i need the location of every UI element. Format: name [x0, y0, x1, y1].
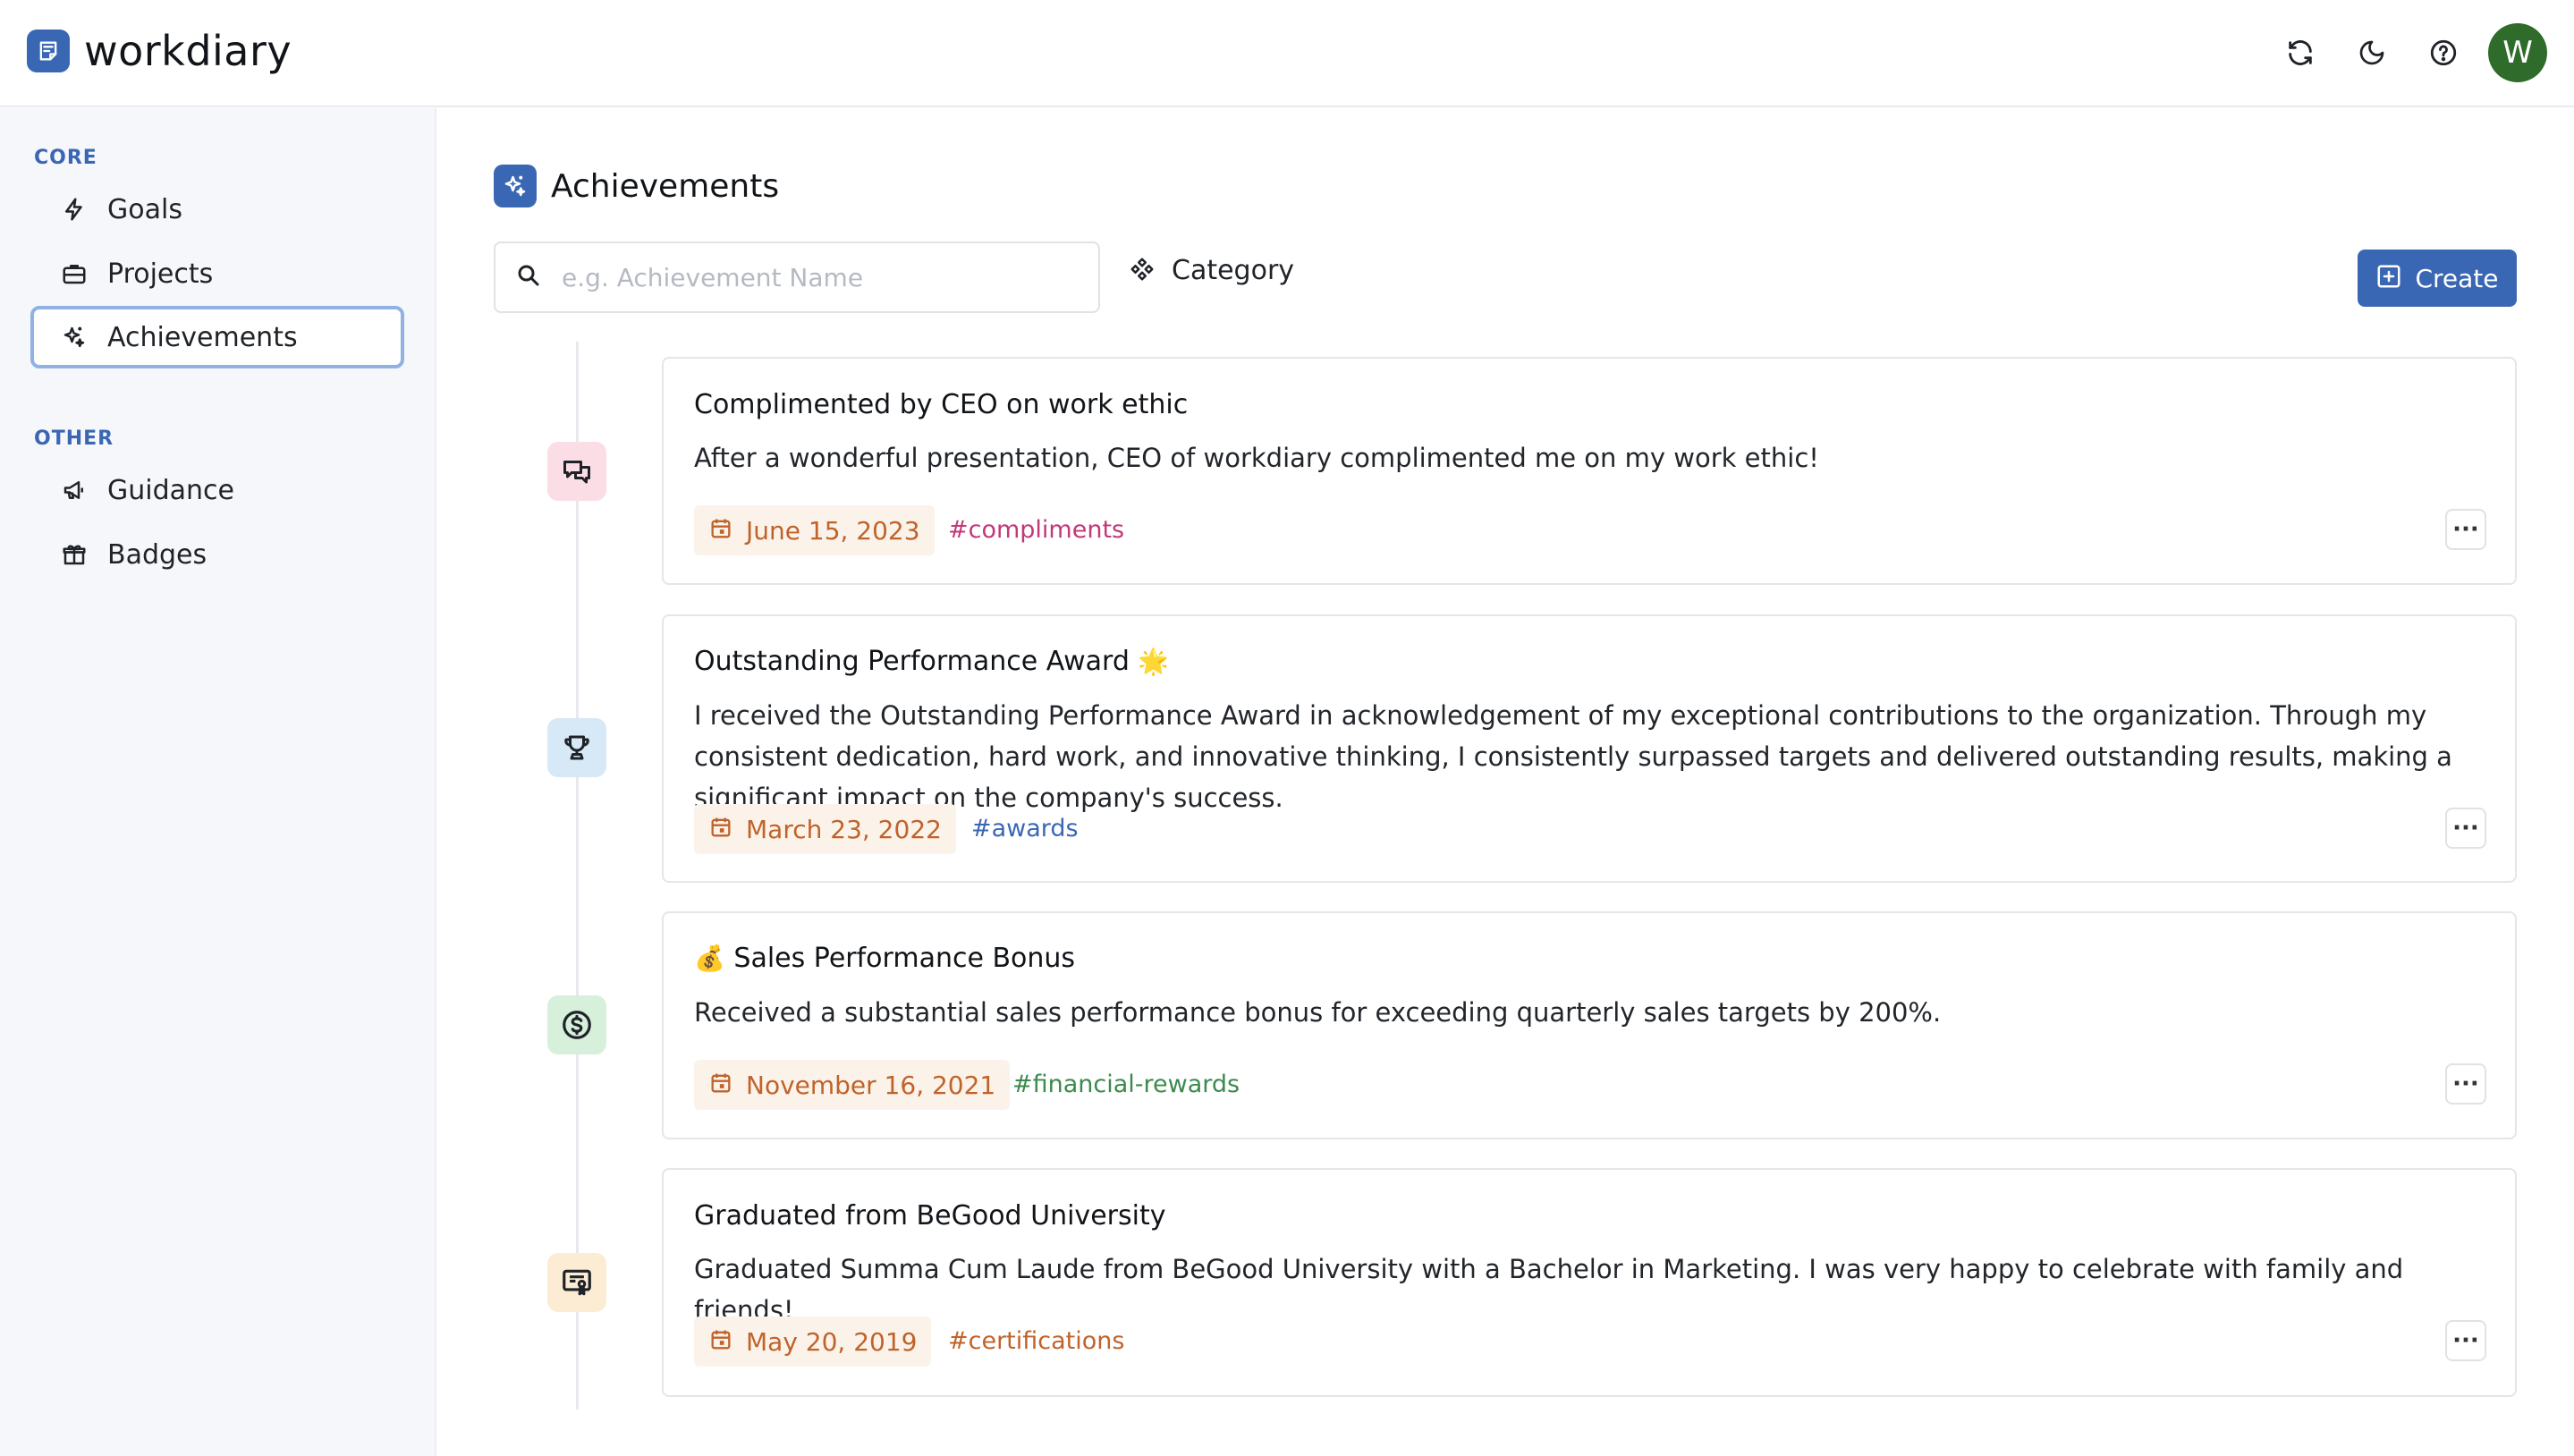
sidebar-item-guidance[interactable]: Guidance: [30, 459, 404, 521]
achievement-card[interactable]: 💰 Sales Performance Bonus Received a sub…: [662, 911, 2517, 1139]
sidebar-section-core: CORE: [34, 147, 97, 169]
brand[interactable]: workdiary: [27, 27, 292, 75]
sidebar-item-projects[interactable]: Projects: [30, 242, 404, 305]
category-filter[interactable]: Category: [1129, 255, 1294, 286]
sidebar-item-label: Projects: [107, 258, 214, 290]
sidebar-section-other: OTHER: [34, 427, 114, 450]
search-input[interactable]: [562, 262, 1063, 292]
date-chip: June 15, 2023: [694, 505, 935, 555]
sidebar-item-goals[interactable]: Goals: [30, 178, 404, 241]
moon-icon[interactable]: [2345, 26, 2399, 80]
achievement-description: Graduated Summa Cum Laude from BeGood Un…: [694, 1254, 2404, 1325]
category-icon: [1129, 256, 1156, 286]
help-icon[interactable]: [2417, 26, 2470, 80]
achievement-title: Sales Performance Bonus: [733, 943, 1076, 974]
calendar-icon: [708, 1071, 733, 1099]
plus-square-icon: [2375, 263, 2402, 293]
achievement-date: June 15, 2023: [746, 515, 920, 546]
achievement-tag[interactable]: #awards: [971, 815, 1079, 842]
create-label: Create: [2415, 263, 2499, 293]
sidebar-item-label: Guidance: [107, 474, 234, 506]
chat-bubbles-icon: [547, 442, 606, 501]
gift-icon: [59, 539, 89, 570]
achievement-title: Complimented by CEO on work ethic: [694, 389, 1189, 420]
achievement-date: May 20, 2019: [746, 1326, 918, 1357]
achievement-title: Outstanding Performance Award: [694, 646, 1130, 677]
more-options-button[interactable]: ···: [2445, 509, 2486, 550]
page-title: Achievements: [551, 167, 780, 205]
achievement-description: Received a substantial sales performance…: [694, 997, 1942, 1028]
sidebar-item-label: Goals: [107, 193, 182, 225]
calendar-icon: [708, 516, 733, 545]
sidebar-item-label: Badges: [107, 538, 207, 571]
calendar-icon: [708, 1327, 733, 1356]
create-button[interactable]: Create: [2358, 250, 2517, 307]
more-options-button[interactable]: ···: [2445, 1320, 2486, 1361]
achievement-date: March 23, 2022: [746, 814, 942, 844]
sidebar: CORE Goals Projects Achievements OTHER G…: [0, 108, 436, 1456]
achievement-tag[interactable]: #compliments: [948, 516, 1124, 544]
notebook-logo-icon: [27, 30, 70, 72]
sidebar-item-badges[interactable]: Badges: [30, 523, 404, 586]
achievement-tag[interactable]: #financial-rewards: [1012, 1071, 1240, 1098]
top-bar: workdiary W: [0, 0, 2574, 107]
star-emoji-icon: 🌟: [1138, 647, 1170, 676]
sidebar-item-achievements[interactable]: Achievements: [30, 306, 404, 368]
app-name: workdiary: [84, 27, 292, 75]
bolt-icon: [59, 194, 89, 224]
top-actions: W: [2273, 23, 2547, 82]
page-header: Achievements: [494, 165, 779, 207]
dollar-coin-icon: [547, 995, 606, 1054]
certificate-icon: [547, 1253, 606, 1312]
timeline-line: [576, 342, 579, 1409]
date-chip: March 23, 2022: [694, 804, 956, 854]
sparkles-icon: [59, 322, 89, 352]
search-icon: [515, 262, 542, 292]
money-bag-emoji-icon: 💰: [694, 944, 725, 973]
date-chip: November 16, 2021: [694, 1060, 1011, 1110]
achievement-card[interactable]: Outstanding Performance Award 🌟 I receiv…: [662, 614, 2517, 883]
achievement-tag[interactable]: #certifications: [948, 1327, 1124, 1355]
trophy-icon: [547, 718, 606, 777]
achievement-card[interactable]: Graduated from BeGood University Graduat…: [662, 1168, 2517, 1397]
date-chip: May 20, 2019: [694, 1316, 932, 1367]
achievement-title-row: 💰 Sales Performance Bonus: [694, 943, 1075, 974]
user-avatar[interactable]: W: [2488, 23, 2547, 82]
achievement-description: I received the Outstanding Performance A…: [694, 700, 2452, 813]
achievement-title: Graduated from BeGood University: [694, 1200, 1166, 1232]
achievement-date: November 16, 2021: [746, 1070, 996, 1100]
sidebar-item-label: Achievements: [107, 321, 298, 353]
sparkles-icon: [494, 165, 537, 207]
calendar-icon: [708, 815, 733, 843]
category-label: Category: [1172, 255, 1295, 286]
briefcase-icon: [59, 258, 89, 289]
achievement-title-row: Outstanding Performance Award 🌟: [694, 646, 1169, 677]
achievement-card[interactable]: Complimented by CEO on work ethic After …: [662, 357, 2517, 585]
more-options-button[interactable]: ···: [2445, 1063, 2486, 1105]
refresh-icon[interactable]: [2273, 26, 2327, 80]
megaphone-icon: [59, 475, 89, 505]
achievement-description: After a wonderful presentation, CEO of w…: [694, 443, 1819, 473]
more-options-button[interactable]: ···: [2445, 808, 2486, 849]
search-field[interactable]: [494, 241, 1100, 313]
